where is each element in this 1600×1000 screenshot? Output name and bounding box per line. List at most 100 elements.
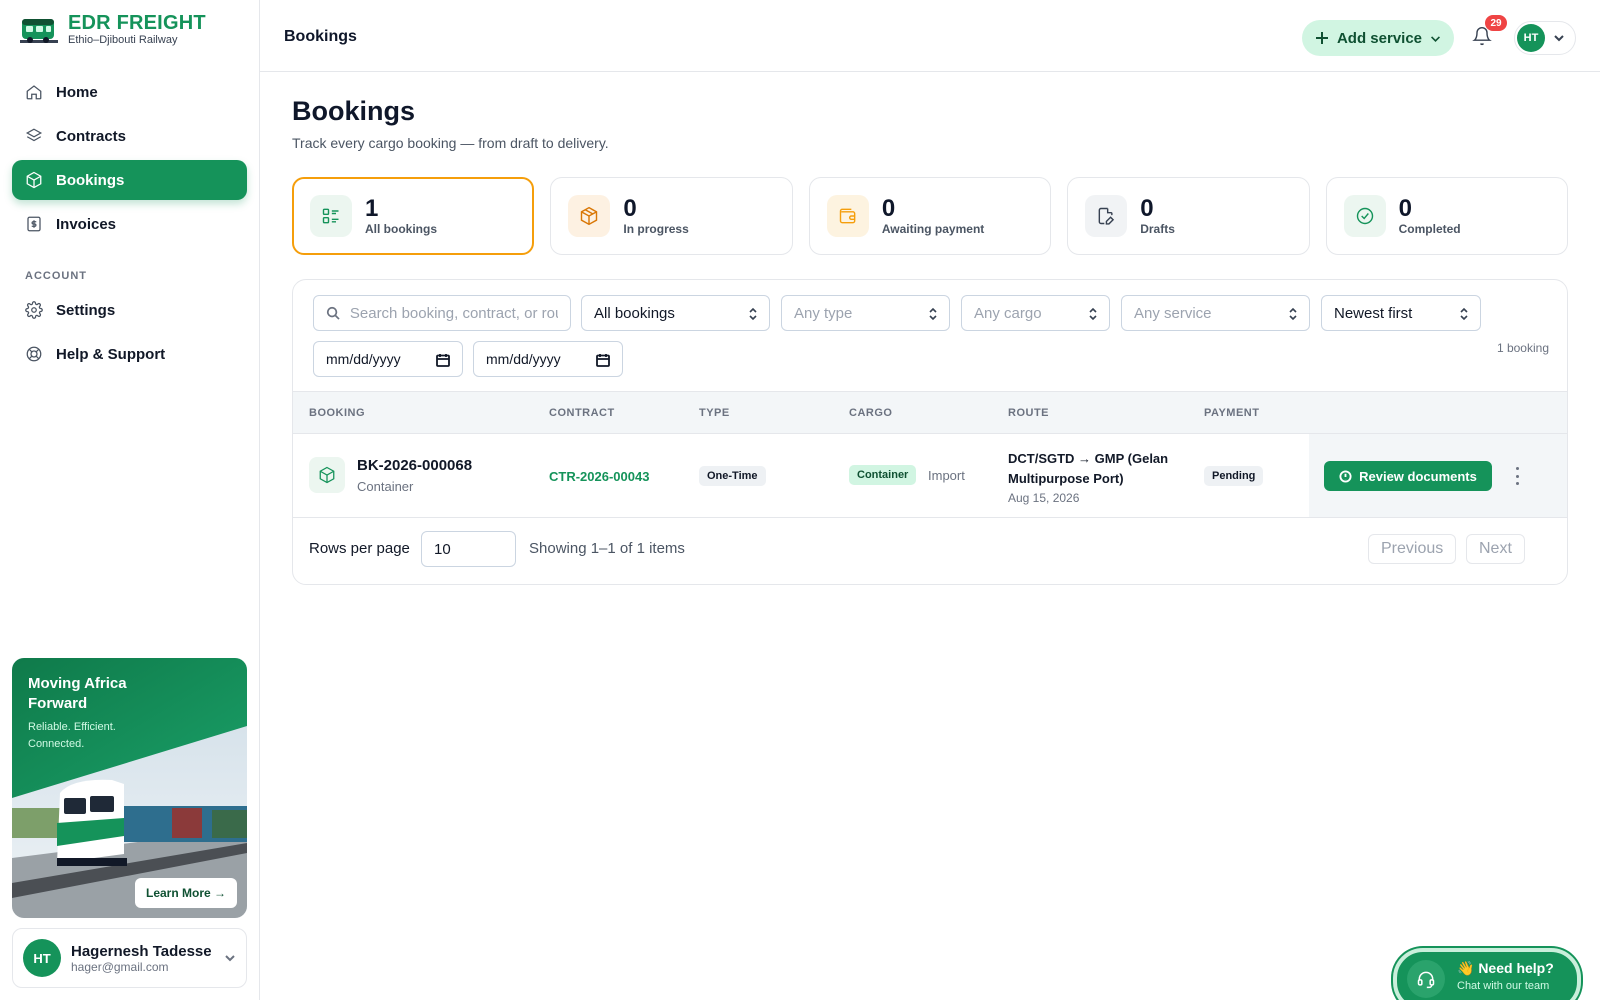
add-service-label: Add service bbox=[1336, 29, 1423, 47]
cargo-select[interactable]: Any cargo bbox=[961, 295, 1110, 331]
help-chat-widget[interactable]: 👋 Need help? Chat with our team bbox=[1393, 948, 1581, 1000]
booking-id[interactable]: BK-2026-000068 bbox=[357, 457, 472, 474]
rows-per-page-label: Rows per page bbox=[309, 540, 410, 557]
help-title: 👋 Need help? bbox=[1457, 960, 1554, 976]
stat-card-all-bookings[interactable]: 1 All bookings bbox=[292, 177, 535, 255]
results-count: 1 booking bbox=[1496, 341, 1549, 355]
plus-icon bbox=[1315, 32, 1328, 44]
column-header-cargo: CARGO bbox=[849, 407, 893, 419]
next-page-button[interactable]: Next bbox=[1466, 534, 1525, 564]
route-text: DCT/SGTD → GMP (Gelan Multipurpose Port) bbox=[1008, 451, 1169, 486]
status-select[interactable]: All bookings bbox=[581, 295, 770, 331]
stat-label: Awaiting payment bbox=[881, 222, 985, 236]
stat-value: 0 bbox=[623, 195, 637, 222]
sort-select[interactable]: Newest first bbox=[1321, 295, 1481, 331]
top-bar: Bookings Add service 29 HT bbox=[260, 0, 1600, 72]
date-from-input[interactable]: mm/dd/yyyy bbox=[313, 341, 463, 377]
sidebar-item-help-support[interactable]: Help & Support bbox=[12, 334, 247, 374]
select-arrows-icon bbox=[929, 307, 937, 321]
bookings-panel: Search booking, contract, or route All b… bbox=[292, 279, 1568, 585]
sidebar-item-label: Help & Support bbox=[56, 345, 166, 363]
user-email: hager@gmail.com bbox=[71, 959, 169, 974]
date-to-input[interactable]: mm/dd/yyyy bbox=[473, 341, 623, 377]
promo-title: Moving Africa Forward bbox=[28, 675, 127, 712]
calendar-icon bbox=[436, 354, 450, 367]
sidebar-item-label: Bookings bbox=[56, 171, 125, 189]
user-name: Hagernesh Tadesse bbox=[71, 942, 212, 960]
box-icon bbox=[581, 206, 598, 226]
type-select-value: Any type bbox=[794, 304, 853, 322]
brand-title: EDR FREIGHT bbox=[68, 12, 206, 34]
table-header: BOOKING CONTRACT TYPE CARGO ROUTE PAYMEN… bbox=[293, 391, 1567, 434]
table-row[interactable]: BK-2026-000068 Container CTR-2026-00043 … bbox=[293, 434, 1567, 518]
stat-label: In progress bbox=[623, 222, 689, 236]
alert-circle-icon bbox=[1339, 469, 1352, 483]
sort-select-value: Newest first bbox=[1334, 304, 1413, 322]
stat-label: Drafts bbox=[1140, 222, 1175, 236]
showing-count: Showing 1–1 of 1 items bbox=[529, 540, 685, 557]
sidebar-item-invoices[interactable]: Invoices bbox=[12, 204, 247, 244]
learn-more-button[interactable]: Learn More → bbox=[134, 878, 237, 908]
previous-page-button[interactable]: Previous bbox=[1368, 534, 1457, 564]
column-header-contract: CONTRACT bbox=[549, 407, 615, 419]
stat-icon-wrap bbox=[1343, 195, 1386, 237]
search-input[interactable]: Search booking, contract, or route bbox=[313, 295, 571, 331]
date-to-value: mm/dd/yyyy bbox=[486, 351, 561, 367]
booking-icon-wrap bbox=[309, 457, 345, 493]
add-service-button[interactable]: Add service bbox=[1302, 20, 1454, 56]
search-placeholder: Search booking, contract, or route bbox=[349, 304, 558, 322]
review-documents-button[interactable]: Review documents bbox=[1324, 461, 1492, 491]
stat-label: All bookings bbox=[365, 222, 437, 236]
sidebar-item-settings[interactable]: Settings bbox=[12, 290, 247, 330]
search-icon bbox=[326, 306, 340, 320]
avatar: HT bbox=[23, 939, 61, 977]
stat-card-in-progress[interactable]: 0 In progress bbox=[550, 177, 793, 255]
stat-card-awaiting-payment[interactable]: 0 Awaiting payment bbox=[808, 177, 1052, 255]
service-select-value: Any service bbox=[1134, 304, 1212, 322]
row-actions: Review documents bbox=[1309, 434, 1567, 517]
sidebar-nav: Home Contracts Bookings Invoices ACCOUNT… bbox=[12, 72, 247, 378]
stat-icon-wrap bbox=[568, 195, 611, 237]
file-edit-icon bbox=[1098, 207, 1115, 225]
page-subtitle: Track every cargo booking — from draft t… bbox=[292, 135, 609, 151]
stat-icon-wrap bbox=[310, 195, 352, 237]
sidebar-item-contracts[interactable]: Contracts bbox=[12, 116, 247, 156]
stats-row: 1 All bookings 0 In progress 0 Awaiting … bbox=[292, 177, 1569, 255]
avatar: HT bbox=[1517, 24, 1545, 52]
user-card[interactable]: HT Hagernesh Tadesse hager@gmail.com bbox=[12, 928, 247, 988]
sidebar-item-home[interactable]: Home bbox=[12, 72, 247, 112]
select-arrows-icon bbox=[1089, 307, 1097, 321]
sidebar-item-bookings[interactable]: Bookings bbox=[12, 160, 247, 200]
booking-subtype: Container bbox=[357, 479, 414, 494]
promo-card: Moving Africa Forward Reliable. Efficien… bbox=[12, 658, 247, 918]
contract-link[interactable]: CTR-2026-00043 bbox=[549, 469, 649, 484]
stat-icon-wrap bbox=[1085, 195, 1128, 237]
rows-per-page-input[interactable] bbox=[421, 531, 516, 567]
headset-icon-wrap bbox=[1407, 960, 1445, 998]
column-header-payment: PAYMENT bbox=[1204, 407, 1260, 419]
chevron-down-icon bbox=[1431, 35, 1440, 42]
wallet-icon bbox=[839, 208, 856, 224]
payment-status-badge: Pending bbox=[1204, 466, 1264, 486]
home-icon bbox=[26, 85, 42, 100]
type-badge: One-Time bbox=[699, 466, 766, 486]
layers-icon bbox=[25, 128, 43, 142]
cargo-badge: Container bbox=[849, 465, 917, 485]
more-actions-icon[interactable] bbox=[1514, 467, 1520, 485]
package-icon bbox=[319, 466, 335, 484]
lifebuoy-icon bbox=[26, 346, 42, 362]
gear-icon bbox=[25, 301, 43, 319]
promo-subtitle: Reliable. Efficient. Connected. bbox=[28, 721, 116, 750]
stat-card-drafts[interactable]: 0 Drafts bbox=[1067, 177, 1310, 255]
train-logo-icon bbox=[20, 18, 58, 43]
stat-value: 0 bbox=[881, 195, 896, 222]
brand[interactable]: EDR FREIGHT Ethio–Djibouti Railway bbox=[20, 12, 206, 47]
service-select[interactable]: Any service bbox=[1121, 295, 1310, 331]
select-arrows-icon bbox=[1460, 307, 1468, 321]
pagination: Rows per page Showing 1–1 of 1 items Pre… bbox=[293, 518, 1567, 584]
type-select[interactable]: Any type bbox=[781, 295, 950, 331]
profile-menu-button[interactable]: HT bbox=[1514, 21, 1576, 55]
sidebar-item-label: Invoices bbox=[56, 215, 117, 233]
stat-card-completed[interactable]: 0 Completed bbox=[1325, 177, 1569, 255]
cargo-direction: Import bbox=[928, 468, 965, 483]
